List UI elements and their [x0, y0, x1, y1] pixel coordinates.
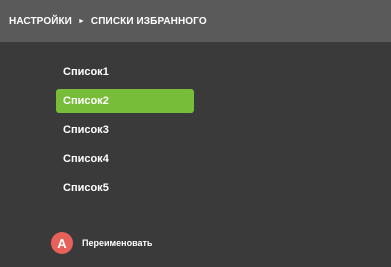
- breadcrumb-current: СПИСКИ ИЗБРАННОГО: [90, 15, 207, 27]
- list-item-5[interactable]: Список5: [56, 176, 194, 200]
- list-item-label: Список2: [63, 95, 109, 107]
- rename-action[interactable]: A Переименовать: [51, 232, 152, 254]
- breadcrumb-settings[interactable]: НАСТРОЙКИ: [9, 16, 72, 27]
- breadcrumb-arrow-icon: ►: [77, 17, 85, 25]
- rename-label: Переименовать: [82, 238, 153, 248]
- favorites-list: Список1 Список2 Список3 Список4 Список5: [56, 60, 194, 205]
- list-item-label: Список5: [63, 182, 109, 194]
- list-item-4[interactable]: Список4: [56, 147, 194, 171]
- list-item-1[interactable]: Список1: [56, 60, 194, 84]
- a-button-icon[interactable]: A: [51, 232, 73, 254]
- header-bar: НАСТРОЙКИ ► СПИСКИ ИЗБРАННОГО: [0, 0, 391, 42]
- list-item-label: Список4: [63, 153, 109, 165]
- list-item-2[interactable]: Список2: [56, 89, 194, 113]
- list-item-label: Список1: [63, 66, 109, 78]
- list-item-3[interactable]: Список3: [56, 118, 194, 142]
- favorites-lists-screen: НАСТРОЙКИ ► СПИСКИ ИЗБРАННОГО Список1 Сп…: [0, 0, 391, 267]
- list-item-label: Список3: [63, 124, 109, 136]
